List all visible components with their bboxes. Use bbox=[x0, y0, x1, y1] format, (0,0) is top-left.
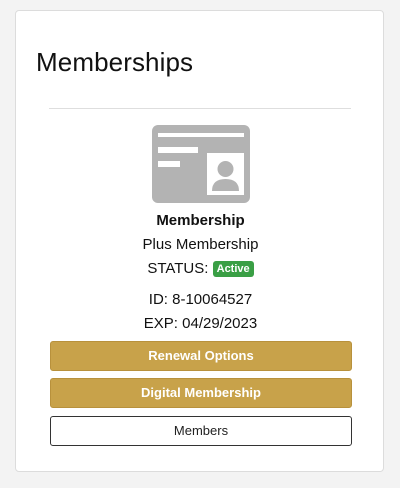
membership-card-icon bbox=[152, 125, 250, 203]
membership-expiration: EXP: 04/29/2023 bbox=[143, 315, 258, 332]
renewal-options-button[interactable]: Renewal Options bbox=[50, 341, 352, 371]
memberships-card: Memberships Membership Plus Membership S… bbox=[15, 10, 384, 472]
divider bbox=[49, 108, 351, 109]
members-button[interactable]: Members bbox=[50, 416, 352, 446]
status-badge: Active bbox=[212, 261, 254, 277]
membership-id: ID: 8-10064527 bbox=[148, 291, 253, 308]
membership-plan: Plus Membership bbox=[142, 236, 259, 253]
page-title: Memberships bbox=[36, 47, 194, 77]
digital-membership-button[interactable]: Digital Membership bbox=[50, 378, 352, 408]
status-row: STATUS: Active bbox=[16, 260, 385, 277]
status-label: STATUS: bbox=[147, 260, 209, 277]
membership-heading: Membership bbox=[156, 212, 245, 229]
